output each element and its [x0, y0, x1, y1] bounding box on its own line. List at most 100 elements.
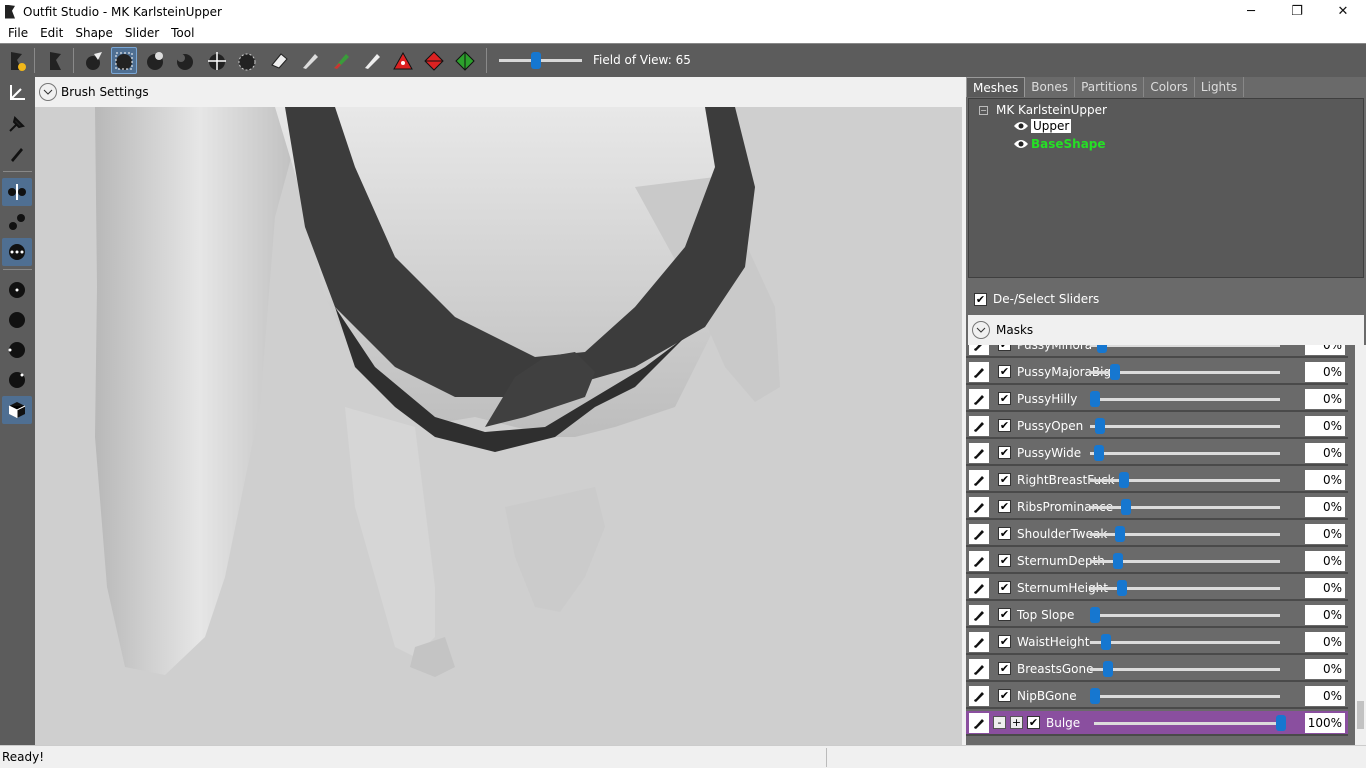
deselect-sliders[interactable]: ✔ De-/Select Sliders	[968, 287, 1364, 311]
slider-track[interactable]	[1090, 641, 1280, 644]
vertex-edit-icon[interactable]	[2, 140, 32, 168]
select-tool-icon[interactable]	[80, 47, 106, 74]
brush-focus-icon[interactable]	[2, 336, 32, 364]
restore-button[interactable]: ❐	[1274, 0, 1320, 23]
masks-header[interactable]: Masks	[968, 315, 1364, 345]
slider-track[interactable]	[1090, 614, 1280, 617]
edit-slider-icon[interactable]	[969, 712, 989, 733]
menu-edit[interactable]: Edit	[36, 26, 71, 40]
slider-row[interactable]: ✔ PussyOpen 0%	[966, 414, 1348, 439]
weight-brush-icon[interactable]	[297, 47, 323, 74]
close-button[interactable]: ✕	[1320, 0, 1366, 23]
slider-checkbox[interactable]: ✔	[998, 473, 1011, 486]
edit-slider-icon[interactable]	[969, 469, 989, 490]
edit-slider-icon[interactable]	[969, 577, 989, 598]
transform-icon[interactable]	[2, 79, 32, 107]
slider-track[interactable]	[1090, 506, 1280, 509]
slider-row[interactable]: ✔ BreastsGone 0%	[966, 657, 1348, 682]
slider-row[interactable]: ✔ WaistHeight 0%	[966, 630, 1348, 655]
color-brush-icon[interactable]	[328, 47, 354, 74]
mask-brush-icon[interactable]	[111, 47, 137, 74]
edit-slider-icon[interactable]	[969, 496, 989, 517]
slider-checkbox[interactable]: ✔	[998, 446, 1011, 459]
slider-track[interactable]	[1090, 668, 1280, 671]
collapse-vertex-icon[interactable]	[390, 47, 416, 74]
eraser-icon[interactable]	[266, 47, 292, 74]
slider-row[interactable]: ✔ SternumHeight 0%	[966, 576, 1348, 601]
edit-slider-icon[interactable]	[969, 415, 989, 436]
edit-slider-icon[interactable]	[969, 550, 989, 571]
menu-file[interactable]: File	[4, 26, 36, 40]
minimize-button[interactable]: ─	[1228, 0, 1274, 23]
slider-thumb[interactable]	[1118, 472, 1129, 488]
fov-slider-thumb[interactable]	[531, 52, 541, 69]
slider-row[interactable]: ✔ RibsProminance 0%	[966, 495, 1348, 520]
scrollbar-thumb[interactable]	[1357, 701, 1364, 729]
load-project-icon[interactable]	[4, 47, 30, 74]
masks-toggle[interactable]	[972, 321, 990, 339]
inflate-brush-icon[interactable]	[142, 47, 168, 74]
global-brush-icon[interactable]	[2, 238, 32, 266]
slider-checkbox[interactable]: ✔	[1027, 716, 1040, 729]
edit-slider-icon[interactable]	[969, 523, 989, 544]
tab-partitions[interactable]: Partitions	[1075, 77, 1145, 97]
edit-slider-icon[interactable]	[969, 658, 989, 679]
slider-track[interactable]	[1090, 345, 1280, 347]
slider-row[interactable]: ✔ NipBGone 0%	[966, 684, 1348, 709]
tab-bones[interactable]: Bones	[1025, 77, 1076, 97]
slider-row[interactable]: ✔ PussyHilly 0%	[966, 387, 1348, 412]
slider-thumb[interactable]	[1102, 661, 1113, 677]
slider-checkbox[interactable]: ✔	[998, 689, 1011, 702]
slider-row[interactable]: ✔ SternumDepth 0%	[966, 549, 1348, 574]
outfit-studio-icon[interactable]	[43, 47, 69, 74]
edit-slider-icon[interactable]	[969, 631, 989, 652]
slider-thumb[interactable]	[1100, 634, 1111, 650]
3d-viewport[interactable]	[35, 107, 962, 745]
slider-thumb[interactable]	[1117, 580, 1127, 596]
tree-item-upper[interactable]: Upper	[1013, 119, 1072, 133]
connected-only-icon[interactable]	[2, 208, 32, 236]
slider-checkbox[interactable]: ✔	[998, 662, 1011, 675]
slider-track[interactable]	[1090, 695, 1280, 698]
collapse-icon[interactable]: −	[979, 105, 988, 115]
move-brush-icon[interactable]	[204, 47, 230, 74]
slider-checkbox[interactable]: ✔	[998, 419, 1011, 432]
deflate-brush-icon[interactable]	[172, 47, 198, 74]
brush-settings-toggle[interactable]	[39, 83, 57, 101]
menu-shape[interactable]: Shape	[71, 26, 121, 40]
eye-icon[interactable]	[1013, 139, 1029, 149]
minus-button[interactable]: -	[993, 716, 1006, 729]
slider-checkbox[interactable]: ✔	[998, 392, 1011, 405]
brush-spacing-icon[interactable]	[2, 366, 32, 394]
menu-slider[interactable]: Slider	[121, 26, 167, 40]
slider-row[interactable]: ✔ Top Slope 0%	[966, 603, 1348, 628]
slider-thumb[interactable]	[1095, 418, 1106, 434]
slider-row[interactable]: - + ✔ Bulge 100%	[966, 711, 1348, 736]
alpha-brush-icon[interactable]	[359, 47, 385, 74]
tab-colors[interactable]: Colors	[1144, 77, 1195, 97]
menu-tool[interactable]: Tool	[167, 26, 202, 40]
slider-track[interactable]	[1094, 722, 1286, 725]
symmetry-icon[interactable]	[2, 178, 32, 206]
slider-track[interactable]	[1090, 452, 1280, 455]
slider-row[interactable]: ✔ PussyMajoraBig 0%	[966, 360, 1348, 385]
smooth-brush-icon[interactable]	[234, 47, 260, 74]
slider-thumb[interactable]	[1090, 607, 1100, 623]
slider-track[interactable]	[1090, 398, 1280, 401]
slider-checkbox[interactable]: ✔	[998, 554, 1011, 567]
slider-checkbox[interactable]: ✔	[998, 635, 1011, 648]
eye-icon[interactable]	[1013, 121, 1029, 131]
edit-slider-icon[interactable]	[969, 604, 989, 625]
slider-checkbox[interactable]: ✔	[998, 581, 1011, 594]
slider-thumb[interactable]	[1113, 553, 1124, 569]
tree-item-baseshape[interactable]: BaseShape	[1013, 137, 1106, 151]
deselect-sliders-checkbox[interactable]: ✔	[974, 292, 987, 306]
slider-row[interactable]: ✔ PussyWide 0%	[966, 441, 1348, 466]
slider-thumb[interactable]	[1090, 688, 1100, 704]
slider-checkbox[interactable]: ✔	[998, 345, 1011, 351]
slider-thumb[interactable]	[1097, 345, 1108, 353]
slider-row[interactable]: ✔ PussyMinora 0%	[966, 345, 1348, 358]
split-edge-icon[interactable]	[452, 47, 478, 74]
slider-checkbox[interactable]: ✔	[998, 365, 1011, 378]
slider-thumb[interactable]	[1115, 526, 1126, 542]
